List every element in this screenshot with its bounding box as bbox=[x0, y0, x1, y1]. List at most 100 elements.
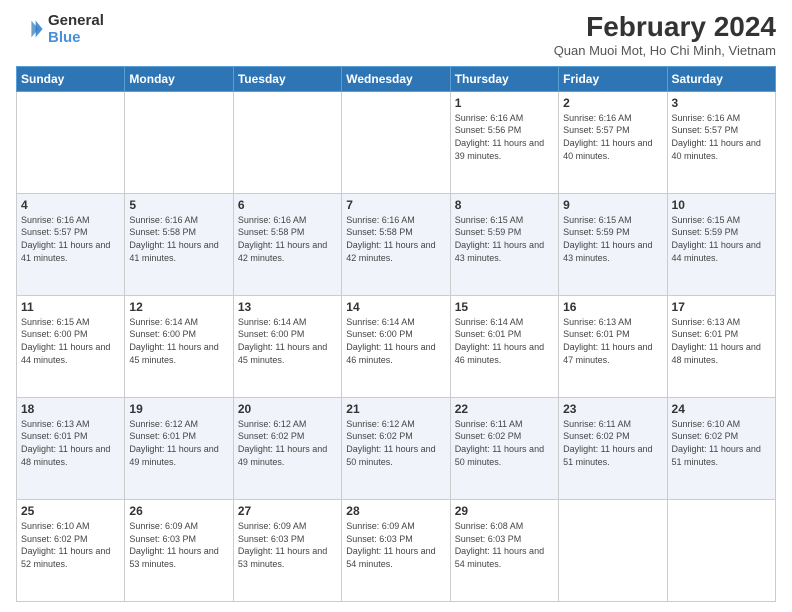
page-title: February 2024 bbox=[554, 12, 776, 43]
calendar-cell: 1 Sunrise: 6:16 AM Sunset: 5:56 PM Daylig… bbox=[450, 91, 558, 193]
day-number: 1 bbox=[455, 96, 554, 110]
calendar-cell: 20Sunrise: 6:12 AM Sunset: 6:02 PM Dayli… bbox=[233, 397, 341, 499]
day-info: Sunrise: 6:15 AM Sunset: 5:59 PM Dayligh… bbox=[455, 214, 554, 264]
calendar-cell: 22Sunrise: 6:11 AM Sunset: 6:02 PM Dayli… bbox=[450, 397, 558, 499]
day-number: 24 bbox=[672, 402, 771, 416]
calendar-cell bbox=[17, 91, 125, 193]
day-info: Sunrise: 6:09 AM Sunset: 6:03 PM Dayligh… bbox=[238, 520, 337, 570]
calendar-cell: 27 Sunrise: 6:09 AM Sunset: 6:03 PM Dayli… bbox=[233, 499, 341, 601]
calendar-header: SundayMondayTuesdayWednesdayThursdayFrid… bbox=[17, 66, 776, 91]
day-number: 9 bbox=[563, 198, 662, 212]
calendar-cell: 28 Sunrise: 6:09 AM Sunset: 6:03 PM Dayli… bbox=[342, 499, 450, 601]
day-number: 17 bbox=[672, 300, 771, 314]
day-info: Sunrise: 6:16 AM Sunset: 5:58 PM Dayligh… bbox=[129, 214, 228, 264]
day-info: Sunrise: 6:13 AM Sunset: 6:01 PM Dayligh… bbox=[21, 418, 120, 468]
day-number: 6 bbox=[238, 198, 337, 212]
day-info: Sunrise: 6:12 AM Sunset: 6:01 PM Dayligh… bbox=[129, 418, 228, 468]
day-number: 25 bbox=[21, 504, 120, 518]
day-info: Sunrise: 6:10 AM Sunset: 6:02 PM Dayligh… bbox=[21, 520, 120, 570]
day-number: 7 bbox=[346, 198, 445, 212]
day-info: Sunrise: 6:12 AM Sunset: 6:02 PM Dayligh… bbox=[346, 418, 445, 468]
day-number: 19 bbox=[129, 402, 228, 416]
logo-text: General Blue bbox=[48, 12, 104, 46]
day-number: 21 bbox=[346, 402, 445, 416]
calendar-cell: 6 Sunrise: 6:16 AM Sunset: 5:58 PM Daylig… bbox=[233, 193, 341, 295]
day-number: 10 bbox=[672, 198, 771, 212]
day-info: Sunrise: 6:09 AM Sunset: 6:03 PM Dayligh… bbox=[129, 520, 228, 570]
day-number: 18 bbox=[21, 402, 120, 416]
day-info: Sunrise: 6:10 AM Sunset: 6:02 PM Dayligh… bbox=[672, 418, 771, 468]
calendar-cell: 10 Sunrise: 6:15 AM Sunset: 5:59 PM Dayli… bbox=[667, 193, 775, 295]
calendar-cell: 12 Sunrise: 6:14 AM Sunset: 6:00 PM Dayli… bbox=[125, 295, 233, 397]
day-header-wednesday: Wednesday bbox=[342, 66, 450, 91]
week-row-0: 1 Sunrise: 6:16 AM Sunset: 5:56 PM Daylig… bbox=[17, 91, 776, 193]
day-number: 27 bbox=[238, 504, 337, 518]
day-info: Sunrise: 6:16 AM Sunset: 5:56 PM Dayligh… bbox=[455, 112, 554, 162]
calendar-cell bbox=[125, 91, 233, 193]
calendar-cell: 17 Sunrise: 6:13 AM Sunset: 6:01 PM Dayli… bbox=[667, 295, 775, 397]
page: General Blue February 2024 Quan Muoi Mot… bbox=[0, 0, 792, 612]
day-info: Sunrise: 6:11 AM Sunset: 6:02 PM Dayligh… bbox=[563, 418, 662, 468]
header: General Blue February 2024 Quan Muoi Mot… bbox=[16, 12, 776, 58]
calendar-cell: 16Sunrise: 6:13 AM Sunset: 6:01 PM Dayli… bbox=[559, 295, 667, 397]
day-number: 5 bbox=[129, 198, 228, 212]
calendar-cell: 21 Sunrise: 6:12 AM Sunset: 6:02 PM Dayli… bbox=[342, 397, 450, 499]
calendar-cell: 8Sunrise: 6:15 AM Sunset: 5:59 PM Daylig… bbox=[450, 193, 558, 295]
day-header-tuesday: Tuesday bbox=[233, 66, 341, 91]
day-info: Sunrise: 6:14 AM Sunset: 6:01 PM Dayligh… bbox=[455, 316, 554, 366]
day-info: Sunrise: 6:16 AM Sunset: 5:57 PM Dayligh… bbox=[21, 214, 120, 264]
day-number: 2 bbox=[563, 96, 662, 110]
calendar-cell: 9Sunrise: 6:15 AM Sunset: 5:59 PM Daylig… bbox=[559, 193, 667, 295]
day-info: Sunrise: 6:14 AM Sunset: 6:00 PM Dayligh… bbox=[346, 316, 445, 366]
day-header-thursday: Thursday bbox=[450, 66, 558, 91]
day-info: Sunrise: 6:16 AM Sunset: 5:57 PM Dayligh… bbox=[672, 112, 771, 162]
day-header-monday: Monday bbox=[125, 66, 233, 91]
calendar-cell: 5 Sunrise: 6:16 AM Sunset: 5:58 PM Daylig… bbox=[125, 193, 233, 295]
calendar-cell bbox=[559, 499, 667, 601]
day-number: 26 bbox=[129, 504, 228, 518]
calendar-cell: 23 Sunrise: 6:11 AM Sunset: 6:02 PM Dayli… bbox=[559, 397, 667, 499]
day-number: 29 bbox=[455, 504, 554, 518]
day-info: Sunrise: 6:13 AM Sunset: 6:01 PM Dayligh… bbox=[672, 316, 771, 366]
day-info: Sunrise: 6:16 AM Sunset: 5:58 PM Dayligh… bbox=[346, 214, 445, 264]
day-number: 23 bbox=[563, 402, 662, 416]
day-info: Sunrise: 6:11 AM Sunset: 6:02 PM Dayligh… bbox=[455, 418, 554, 468]
day-number: 14 bbox=[346, 300, 445, 314]
day-info: Sunrise: 6:14 AM Sunset: 6:00 PM Dayligh… bbox=[129, 316, 228, 366]
calendar-cell: 14 Sunrise: 6:14 AM Sunset: 6:00 PM Dayli… bbox=[342, 295, 450, 397]
day-number: 13 bbox=[238, 300, 337, 314]
day-info: Sunrise: 6:15 AM Sunset: 5:59 PM Dayligh… bbox=[672, 214, 771, 264]
calendar-cell: 15Sunrise: 6:14 AM Sunset: 6:01 PM Dayli… bbox=[450, 295, 558, 397]
calendar-cell: 11Sunrise: 6:15 AM Sunset: 6:00 PM Dayli… bbox=[17, 295, 125, 397]
week-row-4: 25 Sunrise: 6:10 AM Sunset: 6:02 PM Dayli… bbox=[17, 499, 776, 601]
calendar-cell: 18 Sunrise: 6:13 AM Sunset: 6:01 PM Dayli… bbox=[17, 397, 125, 499]
logo: General Blue bbox=[16, 12, 104, 46]
calendar-cell: 24 Sunrise: 6:10 AM Sunset: 6:02 PM Dayli… bbox=[667, 397, 775, 499]
day-info: Sunrise: 6:16 AM Sunset: 5:57 PM Dayligh… bbox=[563, 112, 662, 162]
calendar-cell: 4Sunrise: 6:16 AM Sunset: 5:57 PM Daylig… bbox=[17, 193, 125, 295]
calendar-cell: 25 Sunrise: 6:10 AM Sunset: 6:02 PM Dayli… bbox=[17, 499, 125, 601]
week-row-1: 4Sunrise: 6:16 AM Sunset: 5:57 PM Daylig… bbox=[17, 193, 776, 295]
day-info: Sunrise: 6:14 AM Sunset: 6:00 PM Dayligh… bbox=[238, 316, 337, 366]
calendar-cell: 26 Sunrise: 6:09 AM Sunset: 6:03 PM Dayli… bbox=[125, 499, 233, 601]
day-info: Sunrise: 6:09 AM Sunset: 6:03 PM Dayligh… bbox=[346, 520, 445, 570]
day-info: Sunrise: 6:08 AM Sunset: 6:03 PM Dayligh… bbox=[455, 520, 554, 570]
calendar-cell bbox=[342, 91, 450, 193]
day-info: Sunrise: 6:16 AM Sunset: 5:58 PM Dayligh… bbox=[238, 214, 337, 264]
calendar-cell: 2 Sunrise: 6:16 AM Sunset: 5:57 PM Daylig… bbox=[559, 91, 667, 193]
calendar-cell: 13 Sunrise: 6:14 AM Sunset: 6:00 PM Dayli… bbox=[233, 295, 341, 397]
week-row-3: 18 Sunrise: 6:13 AM Sunset: 6:01 PM Dayli… bbox=[17, 397, 776, 499]
day-header-friday: Friday bbox=[559, 66, 667, 91]
day-number: 28 bbox=[346, 504, 445, 518]
calendar-body: 1 Sunrise: 6:16 AM Sunset: 5:56 PM Daylig… bbox=[17, 91, 776, 601]
calendar-table: SundayMondayTuesdayWednesdayThursdayFrid… bbox=[16, 66, 776, 602]
calendar-cell bbox=[233, 91, 341, 193]
page-subtitle: Quan Muoi Mot, Ho Chi Minh, Vietnam bbox=[554, 43, 776, 58]
day-number: 12 bbox=[129, 300, 228, 314]
day-info: Sunrise: 6:15 AM Sunset: 6:00 PM Dayligh… bbox=[21, 316, 120, 366]
calendar-cell: 19 Sunrise: 6:12 AM Sunset: 6:01 PM Dayli… bbox=[125, 397, 233, 499]
calendar-cell: 3Sunrise: 6:16 AM Sunset: 5:57 PM Daylig… bbox=[667, 91, 775, 193]
day-number: 16 bbox=[563, 300, 662, 314]
week-row-2: 11Sunrise: 6:15 AM Sunset: 6:00 PM Dayli… bbox=[17, 295, 776, 397]
day-header-saturday: Saturday bbox=[667, 66, 775, 91]
